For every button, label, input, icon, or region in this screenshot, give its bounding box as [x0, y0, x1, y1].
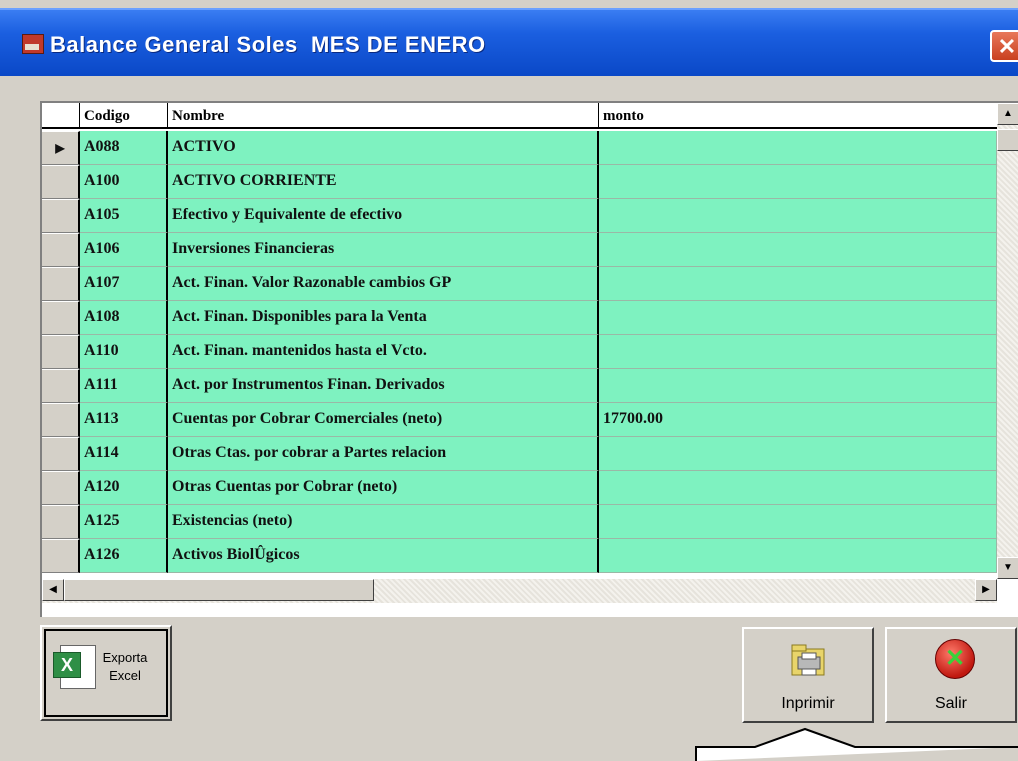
- export-excel-label: Exporta Excel: [94, 649, 156, 685]
- cell-nombre[interactable]: ACTIVO: [168, 131, 599, 165]
- row-indicator[interactable]: [42, 233, 80, 267]
- table-row[interactable]: A108 Act. Finan. Disponibles para la Vent…: [42, 301, 997, 335]
- row-indicator[interactable]: [42, 403, 80, 437]
- cell-monto[interactable]: [599, 301, 997, 335]
- vertical-scroll-thumb[interactable]: [997, 129, 1018, 151]
- table-row[interactable]: A105 Efectivo y Equivalente de efectivo: [42, 199, 997, 233]
- cell-codigo[interactable]: A100: [80, 165, 168, 199]
- cell-nombre[interactable]: Act. Finan. mantenidos hasta el Vcto.: [168, 335, 599, 369]
- cell-nombre[interactable]: Inversiones Financieras: [168, 233, 599, 267]
- row-indicator[interactable]: [42, 165, 80, 199]
- cell-monto[interactable]: 17700.00: [599, 403, 997, 437]
- cell-nombre[interactable]: Efectivo y Equivalente de efectivo: [168, 199, 599, 233]
- tooltip-balloon: [695, 727, 1018, 761]
- cell-codigo[interactable]: A107: [80, 267, 168, 301]
- table-row[interactable]: A120 Otras Cuentas por Cobrar (neto): [42, 471, 997, 505]
- cell-codigo[interactable]: A114: [80, 437, 168, 471]
- cell-monto[interactable]: [599, 267, 997, 301]
- close-button[interactable]: ✕: [990, 30, 1018, 62]
- cell-codigo[interactable]: A088: [80, 131, 168, 165]
- cell-nombre[interactable]: Act. por Instrumentos Finan. Derivados: [168, 369, 599, 403]
- cell-nombre[interactable]: Cuentas por Cobrar Comerciales (neto): [168, 403, 599, 437]
- exit-label: Salir: [934, 695, 967, 712]
- balance-window: Balance General Soles MES DE ENERO ✕ Cod…: [0, 0, 1018, 761]
- export-excel-label-line2: Excel: [109, 668, 141, 683]
- grid-body: Codigo Nombre monto ▶ A088 ACTIVO A100 ACTIV…: [42, 103, 997, 579]
- cell-codigo[interactable]: A120: [80, 471, 168, 505]
- table-row[interactable]: A110 Act. Finan. mantenidos hasta el Vcto…: [42, 335, 997, 369]
- column-header-nombre[interactable]: Nombre: [168, 103, 599, 129]
- cell-codigo[interactable]: A108: [80, 301, 168, 335]
- cell-monto[interactable]: [599, 131, 997, 165]
- row-indicator[interactable]: [42, 437, 80, 471]
- table-row[interactable]: A100 ACTIVO CORRIENTE: [42, 165, 997, 199]
- scroll-down-button[interactable]: ▼: [997, 557, 1018, 579]
- table-row[interactable]: A125 Existencias (neto): [42, 505, 997, 539]
- cell-nombre[interactable]: Existencias (neto): [168, 505, 599, 539]
- row-indicator[interactable]: ▶: [42, 131, 80, 165]
- table-row[interactable]: A111 Act. por Instrumentos Finan. Derivad…: [42, 369, 997, 403]
- cell-codigo[interactable]: A110: [80, 335, 168, 369]
- row-indicator[interactable]: [42, 471, 80, 505]
- cell-codigo[interactable]: A113: [80, 403, 168, 437]
- cell-monto[interactable]: [599, 369, 997, 403]
- cell-codigo[interactable]: A106: [80, 233, 168, 267]
- scroll-up-button[interactable]: ▲: [997, 103, 1018, 125]
- cell-codigo[interactable]: A126: [80, 539, 168, 573]
- table-row[interactable]: A106 Inversiones Financieras: [42, 233, 997, 267]
- cell-nombre[interactable]: Act. Finan. Valor Razonable cambios GP: [168, 267, 599, 301]
- cell-nombre[interactable]: Otras Cuentas por Cobrar (neto): [168, 471, 599, 505]
- vertical-scrollbar[interactable]: ▲ ▼: [997, 103, 1018, 579]
- cell-nombre[interactable]: Otras Ctas. por cobrar a Partes relacion: [168, 437, 599, 471]
- print-button[interactable]: Inprimir: [742, 627, 874, 723]
- table-row[interactable]: A113 Cuentas por Cobrar Comerciales (neto…: [42, 403, 997, 437]
- exit-button[interactable]: Salir: [885, 627, 1017, 723]
- column-header-monto[interactable]: monto: [599, 103, 997, 129]
- column-header-codigo[interactable]: Codigo: [80, 103, 168, 129]
- cell-monto[interactable]: [599, 165, 997, 199]
- cell-monto[interactable]: [599, 471, 997, 505]
- table-row[interactable]: ▶ A088 ACTIVO: [42, 131, 997, 165]
- export-excel-button[interactable]: Exporta Excel: [40, 625, 172, 721]
- table-row[interactable]: A126 Activos BiolÛgicos: [42, 539, 997, 573]
- cell-codigo[interactable]: A111: [80, 369, 168, 403]
- cell-monto[interactable]: [599, 437, 997, 471]
- cell-nombre[interactable]: ACTIVO CORRIENTE: [168, 165, 599, 199]
- table-row[interactable]: A114 Otras Ctas. por cobrar a Partes rela…: [42, 437, 997, 471]
- row-indicator[interactable]: [42, 335, 80, 369]
- row-indicator[interactable]: [42, 369, 80, 403]
- cell-monto[interactable]: [599, 539, 997, 573]
- row-indicator[interactable]: [42, 505, 80, 539]
- cell-monto[interactable]: [599, 233, 997, 267]
- cell-codigo[interactable]: A105: [80, 199, 168, 233]
- scroll-left-button[interactable]: ◀: [42, 579, 64, 601]
- cell-monto[interactable]: [599, 335, 997, 369]
- cell-codigo[interactable]: A125: [80, 505, 168, 539]
- row-indicator[interactable]: [42, 267, 80, 301]
- print-label: Inprimir: [781, 695, 835, 712]
- title-bar[interactable]: Balance General Soles MES DE ENERO ✕: [0, 8, 1018, 76]
- export-excel-label-line1: Exporta: [102, 650, 148, 665]
- exit-x-icon: [935, 639, 975, 679]
- horizontal-scrollbar[interactable]: ◀ ▶: [42, 579, 997, 603]
- row-indicator[interactable]: [42, 539, 80, 573]
- header-indicator: [42, 103, 80, 129]
- row-indicator[interactable]: [42, 199, 80, 233]
- cell-nombre[interactable]: Activos BiolÛgicos: [168, 539, 599, 573]
- balance-grid[interactable]: Codigo Nombre monto ▶ A088 ACTIVO A100 ACTIV…: [40, 101, 1018, 617]
- scroll-right-button[interactable]: ▶: [975, 579, 997, 601]
- printer-folder-icon: [791, 644, 825, 676]
- row-indicator[interactable]: [42, 301, 80, 335]
- excel-icon: [53, 645, 96, 689]
- cell-monto[interactable]: [599, 505, 997, 539]
- cell-monto[interactable]: [599, 199, 997, 233]
- table-row[interactable]: A107 Act. Finan. Valor Razonable cambios …: [42, 267, 997, 301]
- app-icon: [22, 34, 44, 54]
- cell-nombre[interactable]: Act. Finan. Disponibles para la Venta: [168, 301, 599, 335]
- window-title: Balance General Soles MES DE ENERO: [50, 32, 486, 57]
- horizontal-scroll-thumb[interactable]: [64, 579, 374, 601]
